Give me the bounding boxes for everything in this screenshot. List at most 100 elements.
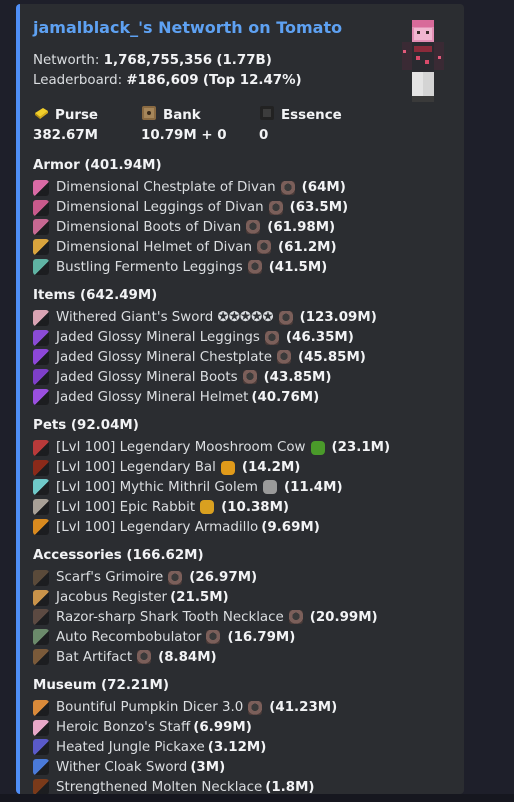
pet-item-icon bbox=[220, 460, 235, 475]
bottom-bar bbox=[0, 794, 514, 802]
item-name: Jaded Glossy Mineral Leggings bbox=[56, 330, 260, 346]
list-item: Jaded Glossy Mineral Chestplate (45.85M) bbox=[33, 348, 450, 368]
item-name: [Lvl 100] Legendary Armadillo bbox=[56, 519, 259, 535]
item-name: Scarf's Grimoire bbox=[56, 570, 164, 586]
recombobulated-icon bbox=[268, 200, 283, 215]
item-value: (8.84M) bbox=[158, 649, 217, 665]
item-name: Bat Artifact bbox=[56, 649, 133, 665]
leaderboard-rank: #186,609 bbox=[126, 73, 199, 88]
list-item: Razor-sharp Shark Tooth Necklace (20.99M) bbox=[33, 608, 450, 628]
currency-stats: Purse Bank Essence 382.67M 10.79M + 0 0 bbox=[33, 105, 450, 147]
item-icon bbox=[33, 259, 49, 276]
item-value: (3M) bbox=[190, 759, 226, 775]
item-icon bbox=[33, 589, 49, 606]
item-value: (43.85M) bbox=[263, 369, 332, 385]
list-item: Heroic Bonzo's Staff (6.99M) bbox=[33, 718, 450, 738]
item-value: (26.97M) bbox=[189, 570, 258, 586]
player-skin-thumbnail bbox=[396, 16, 450, 106]
list-item: Dimensional Helmet of Divan (61.2M) bbox=[33, 237, 450, 257]
item-icon bbox=[33, 179, 49, 196]
recombobulated-icon bbox=[247, 260, 262, 275]
item-icon bbox=[33, 499, 49, 516]
section-pets: Pets (92.04M) [Lvl 100] Legendary Mooshro… bbox=[33, 416, 450, 537]
pet-item-icon bbox=[310, 440, 325, 455]
purse-value: 382.67M bbox=[33, 128, 98, 143]
essence-value: 0 bbox=[259, 128, 269, 143]
item-icon bbox=[33, 459, 49, 476]
item-value: (41.5M) bbox=[268, 259, 328, 275]
recombobulated-icon bbox=[248, 700, 263, 715]
section-title: Armor (401.94M) bbox=[33, 158, 162, 173]
list-item: Jacobus Register (21.5M) bbox=[33, 588, 450, 608]
list-item: Dimensional Leggings of Divan (63.5M) bbox=[33, 198, 450, 218]
leaderboard-label: Leaderboard: bbox=[33, 73, 123, 88]
list-item: Jaded Glossy Mineral Helmet (40.76M) bbox=[33, 387, 450, 407]
item-value: (20.99M) bbox=[309, 609, 378, 625]
networth-label: Networth: bbox=[33, 53, 100, 68]
item-icon bbox=[33, 739, 49, 756]
item-icon bbox=[33, 759, 49, 776]
item-name: Razor-sharp Shark Tooth Necklace bbox=[56, 609, 284, 625]
item-name: Jaded Glossy Mineral Chestplate bbox=[56, 349, 272, 365]
section-title: Pets (92.04M) bbox=[33, 417, 139, 433]
item-icon bbox=[33, 779, 49, 794]
item-value: (40.76M) bbox=[251, 389, 320, 405]
item-icon bbox=[33, 479, 49, 496]
recombobulated-icon bbox=[278, 310, 293, 325]
item-name: Bustling Fermento Leggings bbox=[56, 259, 243, 275]
list-item: Auto Recombobulator (16.79M) bbox=[33, 627, 450, 647]
recombobulated-icon bbox=[246, 220, 261, 235]
item-value: (16.79M) bbox=[227, 629, 296, 645]
item-name: Jaded Glossy Mineral Helmet bbox=[56, 389, 249, 405]
networth-value: 1,768,755,356 bbox=[103, 53, 213, 68]
item-name: Bountiful Pumpkin Dicer 3.0 bbox=[56, 700, 244, 716]
list-item: Withered Giant's Sword ✪✪✪✪✪ (123.09M) bbox=[33, 308, 450, 328]
item-value: (14.2M) bbox=[241, 460, 301, 476]
item-name: Wither Cloak Sword bbox=[56, 759, 188, 775]
purse-label: Purse bbox=[55, 107, 99, 123]
section-items: Items (642.49M) Withered Giant's Sword ✪✪… bbox=[33, 286, 450, 407]
item-value: (46.35M) bbox=[285, 330, 354, 346]
recombobulated-icon bbox=[276, 350, 291, 365]
item-icon bbox=[33, 349, 49, 366]
essence-icon bbox=[259, 105, 275, 125]
item-name: [Lvl 100] Mythic Mithril Golem bbox=[56, 479, 258, 495]
recombobulated-icon bbox=[288, 610, 303, 625]
item-value: (21.5M) bbox=[170, 590, 229, 606]
list-item: Scarf's Grimoire (26.97M) bbox=[33, 568, 450, 588]
list-item: Wither Cloak Sword (3M) bbox=[33, 757, 450, 777]
recombobulated-icon bbox=[242, 370, 257, 385]
recombobulated-icon bbox=[264, 330, 279, 345]
item-icon bbox=[33, 389, 49, 406]
bank-header: Bank bbox=[141, 105, 259, 125]
section-title: Accessories (166.62M) bbox=[33, 547, 204, 563]
item-icon bbox=[33, 519, 49, 536]
item-value: (123.09M) bbox=[299, 310, 377, 326]
embed-title[interactable]: jamalblack_'s Networth on Tomato bbox=[33, 18, 450, 37]
item-name: [Lvl 100] Legendary Mooshroom Cow bbox=[56, 440, 306, 456]
list-item: Bustling Fermento Leggings (41.5M) bbox=[33, 257, 450, 277]
item-icon bbox=[33, 609, 49, 626]
networth-embed: jamalblack_'s Networth on Tomato Networt… bbox=[16, 4, 464, 794]
essence-label: Essence bbox=[281, 107, 342, 123]
section-title: Museum (72.21M) bbox=[33, 677, 169, 693]
essence-header: Essence bbox=[259, 105, 359, 125]
item-name: Dimensional Boots of Divan bbox=[56, 219, 242, 235]
item-icon bbox=[33, 629, 49, 646]
section-title: Items (642.49M) bbox=[33, 287, 158, 303]
item-name: Dimensional Chestplate of Divan bbox=[56, 180, 276, 196]
item-icon bbox=[33, 239, 49, 256]
item-name: Jacobus Register bbox=[56, 590, 168, 606]
item-value: (11.4M) bbox=[283, 479, 343, 495]
item-name: [Lvl 100] Epic Rabbit bbox=[56, 499, 196, 515]
item-name: Heroic Bonzo's Staff bbox=[56, 720, 191, 736]
list-item: [Lvl 100] Legendary Mooshroom Cow (23.1M) bbox=[33, 438, 450, 458]
pet-item-icon bbox=[262, 480, 277, 495]
list-item: Dimensional Boots of Divan (61.98M) bbox=[33, 218, 450, 238]
networth-short: (1.77B) bbox=[216, 53, 272, 68]
item-icon bbox=[33, 719, 49, 736]
item-value: (9.69M) bbox=[261, 519, 320, 535]
list-item: [Lvl 100] Legendary Armadillo (9.69M) bbox=[33, 517, 450, 537]
bank-value: 10.79M + 0 bbox=[141, 128, 227, 143]
item-value: (3.12M) bbox=[207, 739, 267, 755]
